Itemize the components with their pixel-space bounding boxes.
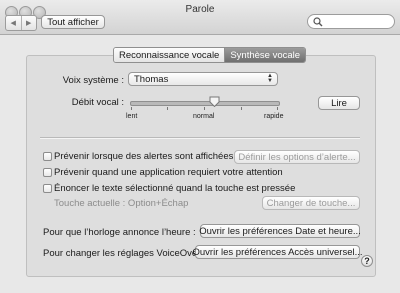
popup-arrows-icon: ▲ ▼ — [267, 73, 273, 84]
alert-options-button[interactable]: Définir les options d’alerte... — [234, 150, 360, 164]
open-date-time-prefs-button[interactable]: Ouvrir les préférences Date et heure... — [199, 224, 361, 238]
alerts-checkbox[interactable] — [43, 152, 52, 161]
current-key-label: Touche actuelle : Option+Échap — [54, 198, 189, 209]
help-button[interactable]: ? — [361, 255, 373, 267]
slider-tick — [277, 107, 278, 110]
forward-arrow-icon: ▶ — [26, 20, 32, 27]
show-all-button[interactable]: Tout afficher — [41, 15, 105, 29]
rate-mid-label: normal — [193, 113, 215, 120]
slider-tick — [167, 107, 168, 110]
attention-label: Prévenir quand une application requiert … — [54, 167, 283, 178]
slider-thumb[interactable] — [209, 96, 220, 107]
navigation-buttons: ◀ ▶ — [5, 15, 37, 31]
speaking-rate-slider[interactable] — [130, 101, 280, 106]
system-voice-label: Voix système : — [62, 75, 124, 86]
title-bar: Parole ◀ ▶ Tout afficher — [0, 0, 400, 35]
back-arrow-icon: ◀ — [10, 20, 16, 27]
change-key-button[interactable]: Changer de touche... — [262, 196, 360, 210]
attention-checkbox[interactable] — [43, 168, 52, 177]
search-field[interactable] — [307, 14, 395, 29]
clock-label: Pour que l’horloge annonce l’heure : — [43, 227, 196, 238]
speaking-rate-label: Débit vocal : — [71, 97, 124, 108]
separator — [40, 137, 360, 139]
alerts-label: Prévenir lorsque des alertes sont affich… — [54, 151, 234, 162]
open-universal-access-prefs-button[interactable]: Ouvrir les préférences Accès universel..… — [193, 245, 363, 259]
tab-text-to-speech[interactable]: Synthèse vocale — [224, 48, 306, 62]
help-icon: ? — [364, 256, 370, 266]
back-button[interactable]: ◀ — [6, 16, 21, 30]
rate-max-label: rapide — [264, 113, 284, 120]
speech-panel — [26, 55, 376, 277]
search-icon — [313, 17, 323, 27]
preferences-window: Parole ◀ ▶ Tout afficher Reconnaissance … — [0, 0, 400, 293]
system-voice-select[interactable]: Thomas ▲ ▼ — [128, 72, 278, 86]
speak-selection-label: Énoncer le texte sélectionné quand la to… — [54, 183, 296, 194]
slider-tick — [131, 107, 132, 110]
slider-tick — [241, 107, 242, 110]
play-button[interactable]: Lire — [318, 96, 360, 110]
slider-tick — [204, 107, 205, 110]
forward-button[interactable]: ▶ — [20, 16, 37, 30]
tab-speech-recognition[interactable]: Reconnaissance vocale — [114, 48, 225, 62]
voiceover-label: Pour changer les réglages VoiceOver : — [43, 248, 206, 259]
rate-min-label: lent — [126, 113, 138, 120]
tab-bar: Reconnaissance vocale Synthèse vocale — [113, 47, 307, 63]
speak-selection-checkbox[interactable] — [43, 184, 52, 193]
system-voice-value: Thomas — [134, 73, 169, 85]
